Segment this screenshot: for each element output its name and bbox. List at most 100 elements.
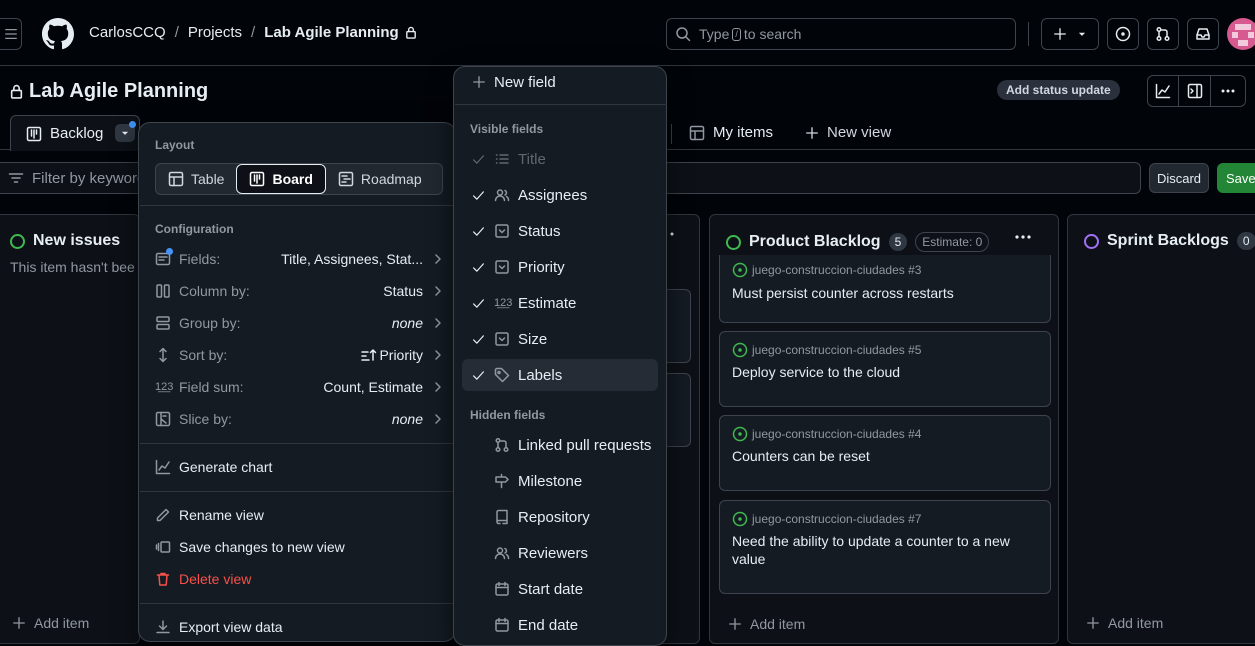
breadcrumb-owner[interactable]: CarlosCCQ (89, 24, 166, 41)
config-column-by-row[interactable]: Column by: Status (155, 279, 443, 303)
add-item-label: Add item (1108, 615, 1164, 631)
generate-chart-item[interactable]: Generate chart (155, 459, 272, 475)
field-start-date-item[interactable]: Start date (462, 573, 658, 605)
people-icon (494, 187, 518, 203)
add-item-button[interactable]: Add item (12, 615, 89, 631)
config-fields-row[interactable]: Fields: Title, Assignees, Stat... (155, 247, 443, 271)
project-roadmap-icon (338, 171, 354, 187)
side-panel-button[interactable] (1179, 75, 1211, 107)
project-board-icon (26, 126, 42, 142)
new-view-label: New view (827, 124, 892, 141)
column-product-backlog: Product Blacklog 5 Estimate: 0 juego-con… (709, 214, 1059, 644)
add-status-update-button[interactable]: Add status update (997, 80, 1120, 100)
card-repo-text: juego-construccion-ciudades #7 (752, 512, 922, 526)
menu-divider (140, 205, 456, 206)
rename-view-item[interactable]: Rename view (155, 507, 264, 523)
columns-icon (155, 283, 171, 299)
discard-button[interactable]: Discard (1149, 163, 1209, 193)
view-options-toggle[interactable] (115, 121, 136, 142)
field-start-date-label: Start date (518, 580, 584, 598)
inbox-button[interactable] (1187, 18, 1219, 50)
field-assignees-item[interactable]: Assignees (462, 179, 658, 211)
issue-opened-icon (732, 342, 748, 358)
kebab-horizontal-icon (1015, 235, 1031, 239)
hamburger-menu-icon[interactable] (0, 18, 22, 50)
card[interactable]: juego-construccion-ciudades #3 Must pers… (719, 255, 1051, 323)
config-slice-by-row[interactable]: Slice by: none (155, 407, 443, 431)
field-milestone-item[interactable]: Milestone (462, 465, 658, 497)
layout-table-button[interactable]: Table (156, 164, 236, 194)
field-title-item: Title (462, 143, 658, 175)
export-view-data-label: Export view data (179, 619, 283, 635)
layout-board-button[interactable]: Board (236, 164, 326, 194)
issues-button[interactable] (1107, 18, 1139, 50)
card-title[interactable]: Must persist counter across restarts (732, 284, 1042, 302)
export-view-data-item[interactable]: Export view data (155, 619, 283, 635)
new-field-item[interactable]: New field (462, 66, 658, 98)
field-repository-item[interactable]: Repository (462, 501, 658, 533)
field-size-item[interactable]: Size (462, 323, 658, 355)
field-end-date-item[interactable]: End date (462, 609, 658, 641)
search-input[interactable]: Type / to search (666, 18, 1016, 50)
search-icon (675, 26, 691, 42)
card-title[interactable]: Need the ability to update a counter to … (732, 532, 1042, 568)
table-icon (168, 171, 184, 187)
card-title[interactable]: Deploy service to the cloud (732, 363, 1042, 381)
pull-requests-button[interactable] (1147, 18, 1179, 50)
field-reviewers-item[interactable]: Reviewers (462, 537, 658, 569)
field-estimate-label: Estimate (518, 294, 577, 312)
card[interactable]: juego-construccion-ciudades #5 Deploy se… (719, 331, 1051, 407)
field-estimate-item[interactable]: 1̲2̲3 Estimate (462, 287, 658, 319)
field-labels-item[interactable]: Labels (462, 359, 658, 391)
create-new-button[interactable] (1041, 18, 1099, 50)
field-repository-label: Repository (518, 508, 590, 526)
menu-divider (455, 104, 667, 105)
layout-roadmap-button[interactable]: Roadmap (326, 164, 434, 194)
save-changes-new-view-item[interactable]: Save changes to new view (155, 539, 345, 555)
new-view-button[interactable]: New view (805, 124, 891, 141)
breadcrumb-projects[interactable]: Projects (188, 24, 242, 41)
project-more-button[interactable] (1211, 75, 1246, 107)
column-header: Product Blacklog 5 Estimate: 0 (726, 232, 990, 252)
add-item-button[interactable]: Add item (728, 616, 805, 632)
config-field-sum-row[interactable]: 1̲2̲3 Field sum: Count, Estimate (155, 375, 443, 399)
issue-opened-icon (732, 426, 748, 442)
delete-view-item[interactable]: Delete view (155, 571, 251, 587)
save-button[interactable]: Save (1217, 163, 1255, 193)
tab-backlog-label: Backlog (50, 125, 104, 142)
tab-my-items[interactable]: My items (689, 124, 773, 141)
card[interactable]: juego-construccion-ciudades #7 Need the … (719, 500, 1051, 594)
add-item-button[interactable]: Add item (1086, 615, 1163, 631)
field-priority-item[interactable]: Priority (462, 251, 658, 283)
github-logo-icon[interactable] (42, 18, 74, 50)
sidebar-expand-icon (1187, 83, 1203, 99)
card-repo[interactable]: juego-construccion-ciudades #7 (732, 511, 921, 527)
add-item-label: Add item (750, 616, 806, 632)
card-title[interactable]: Counters can be reset (732, 447, 1042, 465)
field-linked-prs-item[interactable]: Linked pull requests (462, 429, 658, 461)
trash-icon (155, 571, 171, 587)
card-repo[interactable]: juego-construccion-ciudades #3 (732, 262, 921, 278)
card-repo[interactable]: juego-construccion-ciudades #4 (732, 426, 921, 442)
column-menu-button[interactable] (1014, 231, 1032, 243)
save-changes-new-view-label: Save changes to new view (179, 539, 345, 555)
add-item-label: Add item (34, 615, 90, 631)
field-status-item[interactable]: Status (462, 215, 658, 247)
breadcrumb-project[interactable]: Lab Agile Planning (264, 24, 398, 41)
graph-icon (155, 459, 171, 475)
fields-menu: New field Visible fields Title Assignees… (453, 66, 667, 646)
field-labels-label: Labels (518, 366, 563, 384)
card-repo[interactable]: juego-construccion-ciudades #5 (732, 342, 921, 358)
triangle-down-icon (121, 131, 129, 135)
config-sort-by-row[interactable]: Sort by: Priority (155, 343, 443, 367)
tab-divider (671, 124, 672, 144)
plus-icon (1086, 616, 1100, 630)
card[interactable]: juego-construccion-ciudades #4 Counters … (719, 415, 1051, 491)
tab-backlog[interactable]: Backlog (10, 115, 140, 151)
kebab-horizontal-icon[interactable] (669, 231, 683, 237)
avatar[interactable] (1227, 18, 1255, 50)
config-group-by-row[interactable]: Group by: none (155, 311, 443, 335)
list-unordered-icon (494, 151, 518, 167)
config-slice-by-value: none (391, 411, 423, 427)
insights-button[interactable] (1147, 75, 1179, 107)
